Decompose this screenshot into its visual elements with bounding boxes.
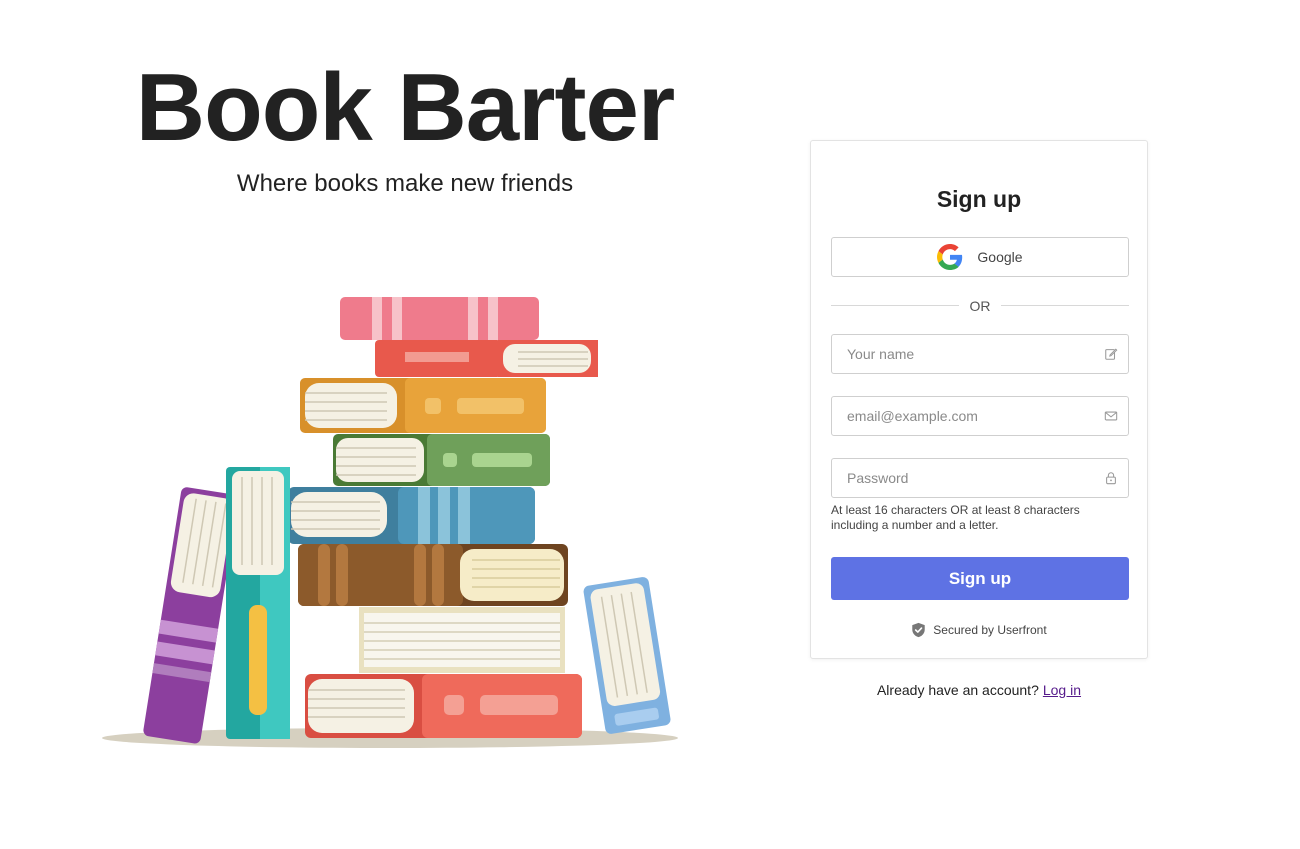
signup-title: Sign up (936, 186, 1022, 212)
secured-by-badge: Secured by Userfront (811, 622, 1147, 638)
signup-submit-button[interactable]: Sign up (831, 557, 1129, 600)
login-link[interactable]: Log in (1043, 682, 1081, 698)
email-input[interactable] (832, 397, 1097, 435)
shield-check-icon (912, 622, 926, 638)
or-divider: OR (831, 296, 1129, 316)
google-button-label: Google (977, 249, 1023, 265)
name-field (831, 334, 1129, 374)
secured-text: Secured by Userfront (933, 623, 1047, 637)
google-logo-icon (937, 244, 963, 270)
login-prompt-row: Already have an account? Log in (810, 682, 1148, 698)
password-input[interactable] (832, 459, 1097, 497)
google-signup-button[interactable]: Google (831, 237, 1129, 277)
mail-icon (1104, 411, 1118, 421)
divider-line-right (1001, 305, 1129, 306)
email-field (831, 396, 1129, 436)
name-input[interactable] (832, 335, 1097, 373)
signup-card: Sign up Google OR Your name email@exampl… (810, 140, 1148, 659)
password-field (831, 458, 1129, 498)
password-hint: At least 16 characters OR at least 8 cha… (831, 503, 1080, 532)
books-illustration (102, 297, 678, 748)
brand-title: Book Barter (135, 54, 675, 161)
brand-tagline: Where books make new friends (236, 170, 574, 197)
edit-icon (1105, 348, 1118, 360)
divider-text: OR (969, 298, 991, 314)
login-prompt: Already have an account? (876, 682, 1039, 698)
lock-icon (1106, 472, 1116, 485)
